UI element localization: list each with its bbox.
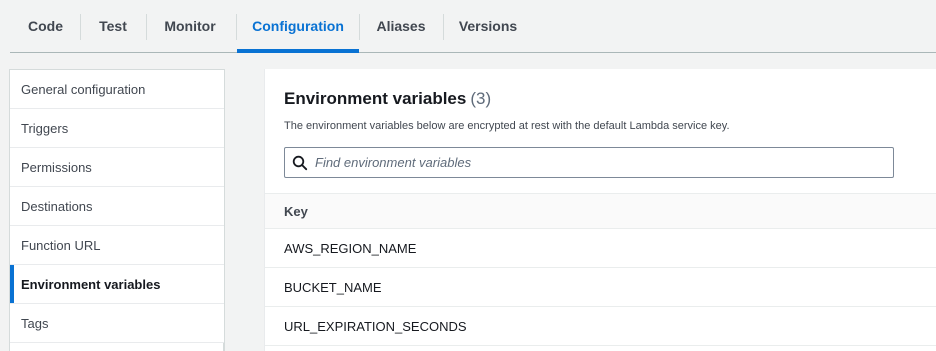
sidebar-item-environment-variables[interactable]: Environment variables (10, 265, 224, 304)
table-row[interactable]: AWS_REGION_NAME (265, 229, 936, 268)
tab-label: Code (28, 18, 63, 34)
search-input[interactable] (315, 149, 875, 176)
sidebar-item-label: Permissions (21, 159, 92, 175)
sidebar-item-triggers[interactable]: Triggers (10, 109, 224, 148)
tab-test[interactable]: Test (88, 0, 138, 52)
sidebar-item-label: Destinations (21, 198, 93, 214)
sidebar-item-label: Environment variables (21, 276, 161, 292)
variable-key: BUCKET_NAME (284, 279, 382, 295)
tab-configuration[interactable]: Configuration (237, 0, 359, 52)
tab-divider (146, 14, 147, 40)
tab-divider (80, 14, 81, 40)
sidebar-item-function-url[interactable]: Function URL (10, 226, 224, 265)
sidebar-item-label: General configuration (21, 81, 146, 97)
tab-label: Test (99, 18, 127, 34)
sidebar-item-destinations[interactable]: Destinations (10, 187, 224, 226)
active-tab-indicator (237, 49, 359, 53)
sidebar-item-tags[interactable]: Tags (10, 304, 224, 343)
table-row[interactable]: BUCKET_NAME (265, 268, 936, 307)
sidebar-item-general-configuration[interactable]: General configuration (10, 70, 224, 109)
table-header: Key (265, 193, 936, 229)
panel-description: The environment variables below are encr… (284, 120, 730, 132)
table-row[interactable]: URL_EXPIRATION_SECONDS (265, 307, 936, 346)
sidebar-item-label: Function URL (21, 237, 101, 253)
tab-divider (443, 14, 444, 40)
tab-divider (359, 14, 360, 40)
page-title: Environment variables (3) (284, 89, 491, 109)
variable-key: AWS_REGION_NAME (284, 240, 417, 256)
search-field[interactable] (284, 147, 894, 178)
environment-variables-panel: Environment variables (3) The environment… (264, 69, 936, 351)
column-header-key: Key (284, 203, 308, 219)
sidebar-item-label: Triggers (21, 120, 69, 136)
panel-title-text: Environment variables (284, 89, 467, 108)
function-tabs: Code Test Monitor Configuration Aliases … (0, 0, 936, 53)
tabbar-divider (10, 52, 936, 53)
tab-label: Versions (458, 18, 518, 34)
sidebar-item-permissions[interactable]: Permissions (10, 148, 224, 187)
tab-label: Configuration (252, 18, 344, 34)
sidebar-item-label: Tags (21, 315, 49, 331)
configuration-sidebar: General configuration Triggers Permissio… (9, 69, 225, 351)
tab-label: Monitor (164, 18, 216, 34)
variable-count: (3) (470, 89, 492, 108)
variable-key: URL_EXPIRATION_SECONDS (284, 318, 467, 334)
tab-label: Aliases (376, 18, 426, 34)
tab-versions[interactable]: Versions (451, 0, 525, 52)
tab-aliases[interactable]: Aliases (367, 0, 435, 52)
search-icon (285, 148, 315, 177)
tab-monitor[interactable]: Monitor (156, 0, 224, 52)
tab-code[interactable]: Code (17, 0, 74, 52)
active-item-marker (10, 265, 14, 303)
